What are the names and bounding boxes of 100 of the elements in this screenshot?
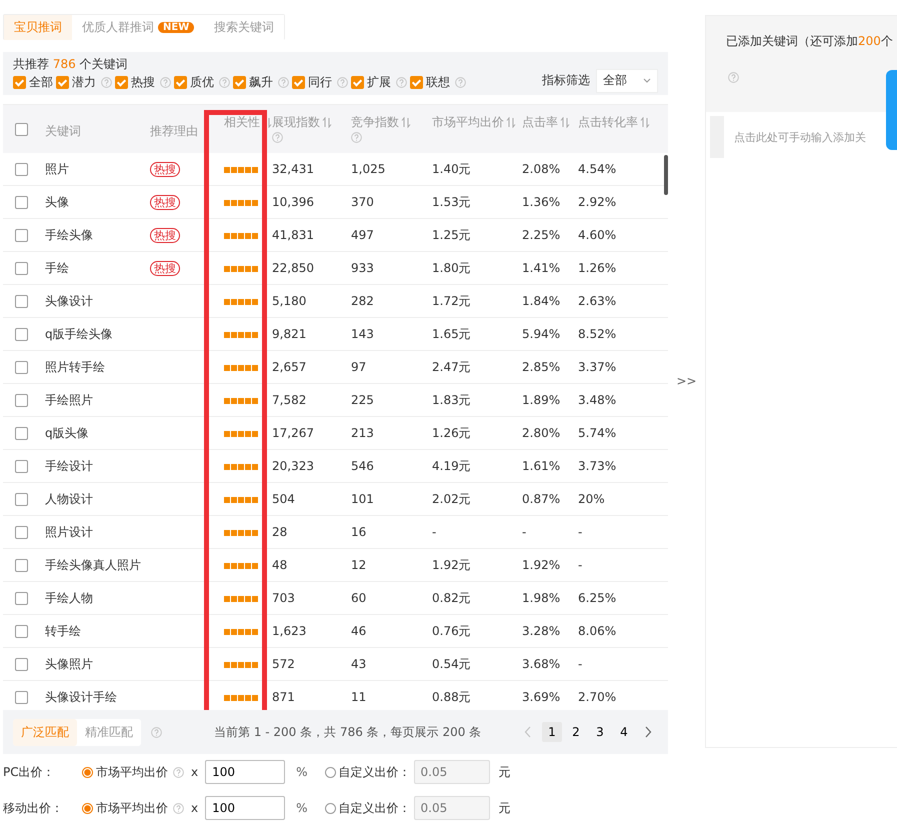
checkbox[interactable] <box>15 526 28 538</box>
table-cell: 9,821 <box>272 327 306 341</box>
checkbox[interactable] <box>174 76 187 89</box>
keyword-input[interactable]: 点击此处可手动输入添加关 <box>706 112 897 162</box>
table-cell: 2.08% <box>522 162 560 176</box>
table-cell: 572 <box>272 657 295 671</box>
checkbox[interactable] <box>15 228 28 242</box>
table-cell: 手绘照片 <box>45 392 93 406</box>
page-button[interactable]: 3 <box>590 722 610 742</box>
table-cell: 933 <box>351 261 374 275</box>
checkbox[interactable] <box>410 76 423 89</box>
checkbox[interactable] <box>15 460 28 472</box>
table-cell: 546 <box>351 459 374 473</box>
table-cell: 0.87% <box>522 492 560 506</box>
table-cell: 3.28% <box>522 624 560 638</box>
option-label: 自定义出价： <box>338 800 411 816</box>
table-cell: 213 <box>351 426 374 440</box>
match-type-tab[interactable]: 广泛匹配 <box>13 718 77 746</box>
radio-button[interactable] <box>82 766 93 778</box>
checkbox[interactable] <box>15 262 28 274</box>
checkbox[interactable] <box>15 162 28 176</box>
table-cell: - <box>578 657 582 671</box>
checkbox[interactable] <box>15 558 28 572</box>
column-header[interactable]: 关键词 <box>45 123 81 139</box>
panel-title: 已添加关键词（还可添加200个 <box>726 33 894 50</box>
column-header[interactable]: 市场平均出价 <box>432 114 504 130</box>
checkbox[interactable] <box>15 592 28 604</box>
checkbox[interactable] <box>15 624 28 638</box>
sort-icon[interactable] <box>640 117 650 128</box>
radio-button[interactable] <box>324 802 336 814</box>
checkbox[interactable] <box>15 360 28 374</box>
checkbox[interactable] <box>233 76 246 89</box>
table-cell: 1.92% <box>522 558 560 572</box>
percent-input[interactable]: 100 <box>205 760 286 784</box>
checkbox[interactable] <box>15 328 28 340</box>
checkbox[interactable] <box>15 658 28 670</box>
checkbox[interactable] <box>56 76 69 89</box>
filter-label: 全部 <box>29 74 53 91</box>
expand-toggle[interactable]: >> <box>676 374 697 388</box>
scrollbar-thumb[interactable] <box>664 155 668 195</box>
table-cell: 3.73% <box>578 459 616 473</box>
table-cell: 5.94% <box>522 327 560 341</box>
column-header[interactable]: 展现指数 <box>272 114 320 130</box>
next-page-icon[interactable] <box>644 726 652 738</box>
sort-icon[interactable] <box>560 117 570 128</box>
table-cell: 1.40元 <box>432 162 471 176</box>
table-cell: 32,431 <box>272 162 314 176</box>
table-cell: 28 <box>272 525 288 539</box>
table-cell: 370 <box>351 195 374 209</box>
metric-select[interactable]: 全部 <box>596 68 658 92</box>
table-cell: 2.25% <box>522 228 560 242</box>
sort-icon[interactable] <box>401 117 411 128</box>
column-header[interactable]: 点击率 <box>522 114 558 130</box>
table-cell: 20% <box>578 492 605 506</box>
tab[interactable]: 宝贝推词 <box>4 15 72 40</box>
page-button[interactable]: 1 <box>542 722 562 742</box>
table-cell: 人物设计 <box>45 492 93 506</box>
page-button[interactable]: 4 <box>614 722 634 742</box>
checkbox[interactable] <box>15 690 28 704</box>
table-cell: 3.68% <box>522 657 560 671</box>
table-cell: 3.48% <box>578 393 616 407</box>
option-label: 市场平均出价 <box>96 764 168 780</box>
checkbox[interactable] <box>15 294 28 308</box>
checkbox[interactable] <box>13 76 26 89</box>
percent-input[interactable]: 100 <box>205 796 286 820</box>
table-cell: 1.25元 <box>432 228 471 242</box>
checkbox[interactable] <box>15 196 28 208</box>
checkbox[interactable] <box>15 426 28 440</box>
checkbox[interactable] <box>292 76 305 89</box>
page-info: 当前第 1 - 200 条，共 786 条，每页展示 200 条 <box>214 724 482 740</box>
unit-label: % <box>296 801 308 815</box>
bid-label: 移动出价： <box>3 800 64 816</box>
radio-button[interactable] <box>82 802 93 814</box>
table-cell: - <box>578 525 582 539</box>
table-cell: 2.80% <box>522 426 560 440</box>
column-header[interactable]: 相关性 <box>224 114 260 130</box>
recommend-summary: 共推荐 786 个关键词 <box>13 56 129 72</box>
column-header[interactable]: 竞争指数 <box>351 114 399 130</box>
checkbox[interactable] <box>15 123 28 136</box>
table-cell: 1.53元 <box>432 194 471 208</box>
column-header[interactable]: 推荐理由 <box>150 123 198 139</box>
checkbox[interactable] <box>15 394 28 406</box>
checkbox[interactable] <box>115 76 128 89</box>
radio-button[interactable] <box>324 766 336 778</box>
sort-icon[interactable] <box>506 117 516 128</box>
prev-page-icon[interactable] <box>524 726 532 738</box>
table-cell: 16 <box>351 525 366 539</box>
table-cell: 2.85% <box>522 360 560 374</box>
page-button[interactable]: 2 <box>566 722 586 742</box>
unit-label: % <box>296 765 308 779</box>
column-header[interactable]: 点击转化率 <box>578 114 638 130</box>
table-cell: 0.82元 <box>432 590 471 604</box>
hot-tag: 热搜 <box>150 194 180 210</box>
multiply-sign: x <box>191 765 198 779</box>
checkbox[interactable] <box>351 76 364 89</box>
table-cell: - <box>578 558 582 572</box>
checkbox[interactable] <box>15 492 28 506</box>
table-cell: 0.76元 <box>432 624 471 638</box>
sort-icon[interactable] <box>322 117 332 128</box>
multiply-sign: x <box>191 801 198 815</box>
